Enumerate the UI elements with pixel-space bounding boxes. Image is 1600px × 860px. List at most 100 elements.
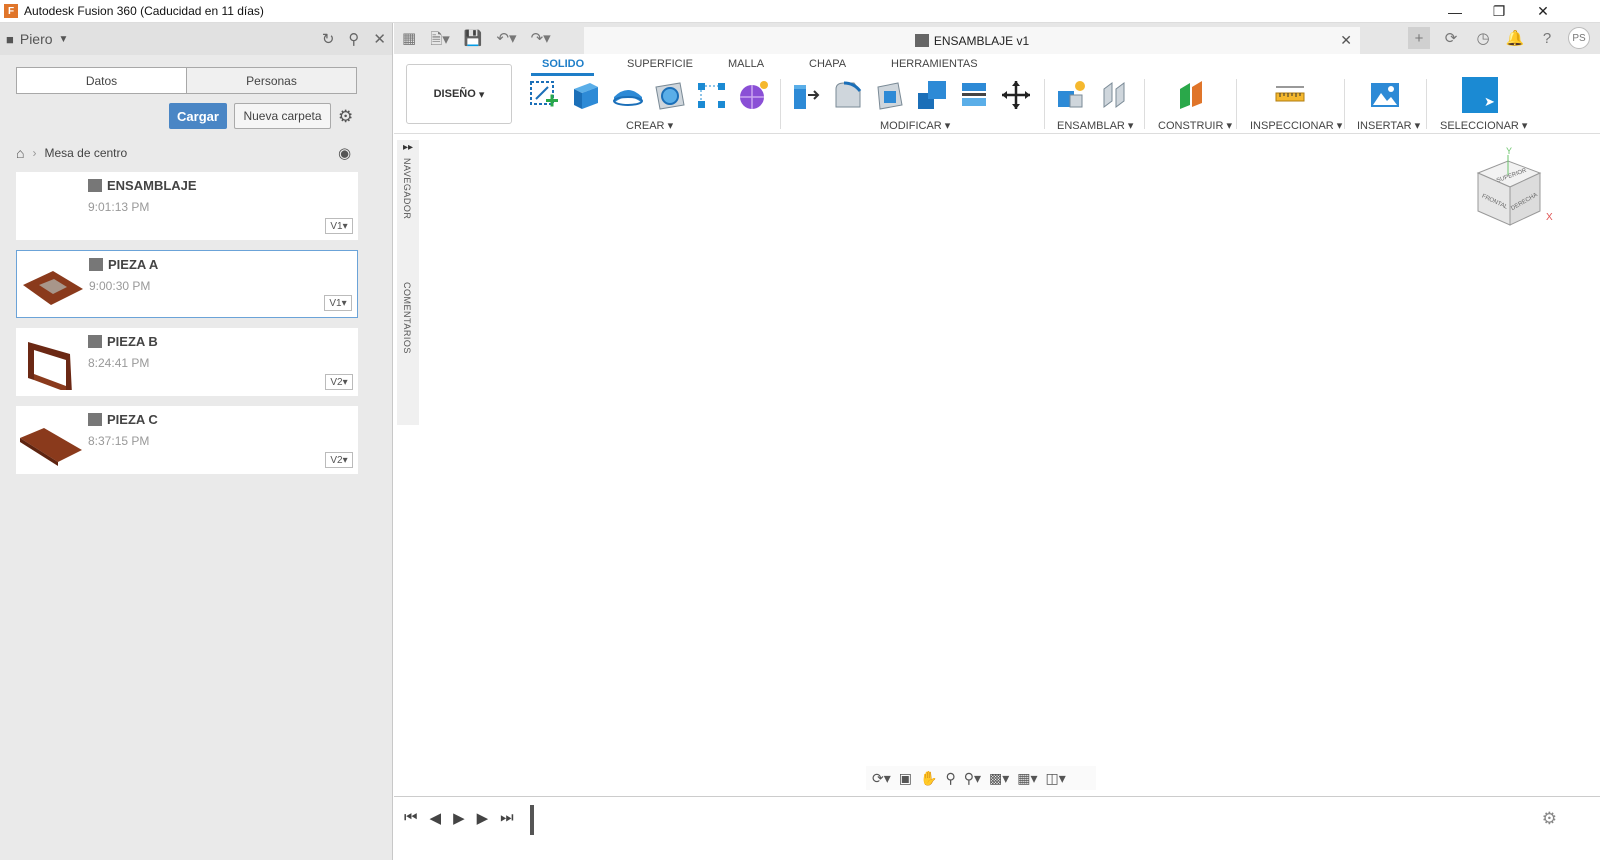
home-icon[interactable]: ⌂ bbox=[16, 145, 24, 161]
redo-icon[interactable]: ↷▾ bbox=[531, 29, 551, 54]
orbit-icon[interactable]: ⟳▾ bbox=[872, 770, 891, 787]
version-dropdown[interactable]: V2 ▾ bbox=[325, 452, 353, 468]
item-name: ENSAMBLAJE bbox=[107, 178, 197, 193]
group-insertar[interactable]: INSERTAR ▾ bbox=[1357, 119, 1420, 132]
extrude-icon[interactable] bbox=[570, 79, 602, 111]
group-seleccionar[interactable]: SELECCIONAR ▾ bbox=[1440, 119, 1527, 132]
display-settings-icon[interactable]: ▩▾ bbox=[989, 770, 1009, 787]
group-ensamblar[interactable]: ENSAMBLAR ▾ bbox=[1057, 119, 1133, 132]
shell-icon[interactable] bbox=[874, 79, 906, 111]
group-crear-label: CREAR bbox=[626, 120, 665, 132]
fillet-icon[interactable] bbox=[832, 79, 864, 111]
data-panel: ■ Piero ▼ ↻ ⚲ ✕ Datos Personas Cargar Nu… bbox=[0, 23, 393, 860]
look-at-icon[interactable]: ▣ bbox=[899, 770, 912, 787]
notifications-icon[interactable]: 🔔 bbox=[1504, 27, 1526, 49]
viewports-icon[interactable]: ◫▾ bbox=[1046, 770, 1066, 787]
close-tab-icon[interactable]: ✕ bbox=[1340, 32, 1352, 49]
version-dropdown[interactable]: V1 ▾ bbox=[324, 295, 352, 311]
close-icon[interactable]: ✕ bbox=[1520, 0, 1566, 23]
version-dropdown[interactable]: V2 ▾ bbox=[325, 374, 353, 390]
move-icon[interactable] bbox=[1000, 79, 1032, 111]
globe-icon[interactable]: ◉ bbox=[338, 144, 351, 162]
hole-icon[interactable] bbox=[654, 79, 686, 111]
comments-label[interactable]: COMENTARIOS bbox=[402, 282, 412, 354]
close-panel-icon[interactable]: ✕ bbox=[373, 30, 386, 48]
fusion-app-icon: F bbox=[4, 4, 18, 18]
group-construir[interactable]: CONSTRUIR ▾ bbox=[1158, 119, 1232, 132]
create-form-icon[interactable] bbox=[738, 79, 770, 111]
navigator-label[interactable]: NAVEGADOR bbox=[402, 158, 412, 219]
expand-icon[interactable]: ▸▸ bbox=[403, 142, 413, 153]
viewcube[interactable]: SUPERIOR FRONTAL DERECHA Y X Z bbox=[1470, 145, 1560, 235]
tab-solido[interactable]: SOLIDO bbox=[542, 58, 584, 70]
new-tab-icon[interactable]: + bbox=[1408, 27, 1430, 49]
undo-icon[interactable]: ↶▾ bbox=[496, 29, 516, 54]
group-construir-label: CONSTRUIR bbox=[1158, 120, 1224, 132]
new-component-icon[interactable] bbox=[1056, 79, 1088, 111]
create-sketch-icon[interactable] bbox=[528, 79, 560, 111]
avatar[interactable]: PS bbox=[1568, 27, 1590, 49]
part-icon bbox=[89, 258, 103, 271]
press-pull-icon[interactable] bbox=[790, 79, 822, 111]
skip-to-end-icon[interactable]: ⏭ bbox=[500, 809, 514, 827]
skip-to-start-icon[interactable]: ⏮ bbox=[404, 809, 418, 827]
minimize-icon[interactable]: — bbox=[1432, 0, 1478, 23]
cursor-icon: ➤ bbox=[1484, 94, 1495, 109]
timeline-settings-icon[interactable]: ⚙ bbox=[1542, 809, 1557, 829]
group-inspeccionar[interactable]: INSPECCIONAR ▾ bbox=[1250, 119, 1342, 132]
version-dropdown[interactable]: V1 ▾ bbox=[325, 218, 353, 234]
play-icon[interactable]: ▶ bbox=[453, 809, 465, 827]
insert-image-icon[interactable] bbox=[1369, 79, 1401, 111]
document-bar: ▦ 🗎▾ 💾 ↶▾ ↷▾ ENSAMBLAJE v1 ✕ + ⟳ ◷ 🔔 ? P… bbox=[394, 23, 1600, 54]
save-icon[interactable]: 💾 bbox=[464, 29, 483, 54]
tab-malla[interactable]: MALLA bbox=[728, 58, 764, 70]
help-icon[interactable]: ? bbox=[1536, 27, 1558, 49]
gear-icon[interactable]: ⚙ bbox=[338, 107, 353, 127]
new-folder-button[interactable]: Nueva carpeta bbox=[234, 103, 331, 129]
extensions-icon[interactable]: ⟳ bbox=[1440, 27, 1462, 49]
revolve-icon[interactable] bbox=[612, 79, 644, 111]
measure-icon[interactable] bbox=[1274, 79, 1306, 111]
axis-y-label: Y bbox=[1506, 146, 1512, 156]
workspace-dropdown[interactable]: DISEÑO ▾ bbox=[406, 64, 512, 124]
restore-icon[interactable]: ❐ bbox=[1476, 0, 1522, 23]
version-label: V1 bbox=[330, 220, 343, 232]
user-menu[interactable]: ■ Piero ▼ bbox=[6, 31, 68, 47]
tab-superficie[interactable]: SUPERFICIE bbox=[627, 58, 693, 70]
list-item[interactable]: PIEZA C 8:37:15 PM V2 ▾ bbox=[16, 406, 358, 474]
combine-icon[interactable] bbox=[916, 79, 948, 111]
chevron-right-icon: › bbox=[32, 146, 37, 160]
tab-datos[interactable]: Datos bbox=[17, 68, 186, 93]
job-status-icon[interactable]: ◷ bbox=[1472, 27, 1494, 49]
tab-herramientas[interactable]: HERRAMIENTAS bbox=[891, 58, 978, 70]
version-label: V1 bbox=[329, 297, 342, 309]
assembly-icon bbox=[88, 179, 102, 192]
item-name: PIEZA A bbox=[108, 257, 159, 272]
item-title: PIEZA A bbox=[89, 257, 158, 272]
list-item[interactable]: PIEZA A 9:00:30 PM V1 ▾ bbox=[16, 250, 358, 318]
joint-icon[interactable] bbox=[1098, 79, 1130, 111]
tab-personas[interactable]: Personas bbox=[186, 68, 356, 93]
refresh-icon[interactable]: ↻ bbox=[322, 30, 335, 48]
grid-settings-icon[interactable]: ▦▾ bbox=[1017, 770, 1037, 787]
breadcrumb-folder[interactable]: Mesa de centro bbox=[44, 146, 127, 160]
step-back-icon[interactable]: ◀ bbox=[430, 809, 442, 827]
offset-plane-icon[interactable] bbox=[1176, 79, 1208, 111]
fit-icon[interactable]: ⚲▾ bbox=[964, 770, 981, 787]
step-forward-icon[interactable]: ▶ bbox=[477, 809, 489, 827]
document-tab[interactable]: ENSAMBLAJE v1 ✕ bbox=[584, 27, 1360, 54]
upload-button[interactable]: Cargar bbox=[169, 103, 227, 129]
list-item[interactable]: PIEZA B 8:24:41 PM V2 ▾ bbox=[16, 328, 358, 396]
group-modificar[interactable]: MODIFICAR ▾ bbox=[880, 119, 950, 132]
align-icon[interactable] bbox=[958, 79, 990, 111]
file-menu-icon[interactable]: 🗎▾ bbox=[430, 29, 450, 54]
list-item[interactable]: ENSAMBLAJE 9:01:13 PM V1 ▾ bbox=[16, 172, 358, 240]
pan-icon[interactable]: ✋ bbox=[920, 770, 937, 787]
tab-chapa[interactable]: CHAPA bbox=[809, 58, 846, 70]
pattern-icon[interactable] bbox=[696, 79, 728, 111]
zoom-icon[interactable]: ⚲ bbox=[945, 770, 955, 787]
grid-apps-icon[interactable]: ▦ bbox=[402, 29, 416, 54]
timeline-marker[interactable] bbox=[530, 805, 534, 835]
search-icon[interactable]: ⚲ bbox=[348, 30, 359, 48]
group-crear[interactable]: CREAR ▾ bbox=[626, 119, 673, 132]
